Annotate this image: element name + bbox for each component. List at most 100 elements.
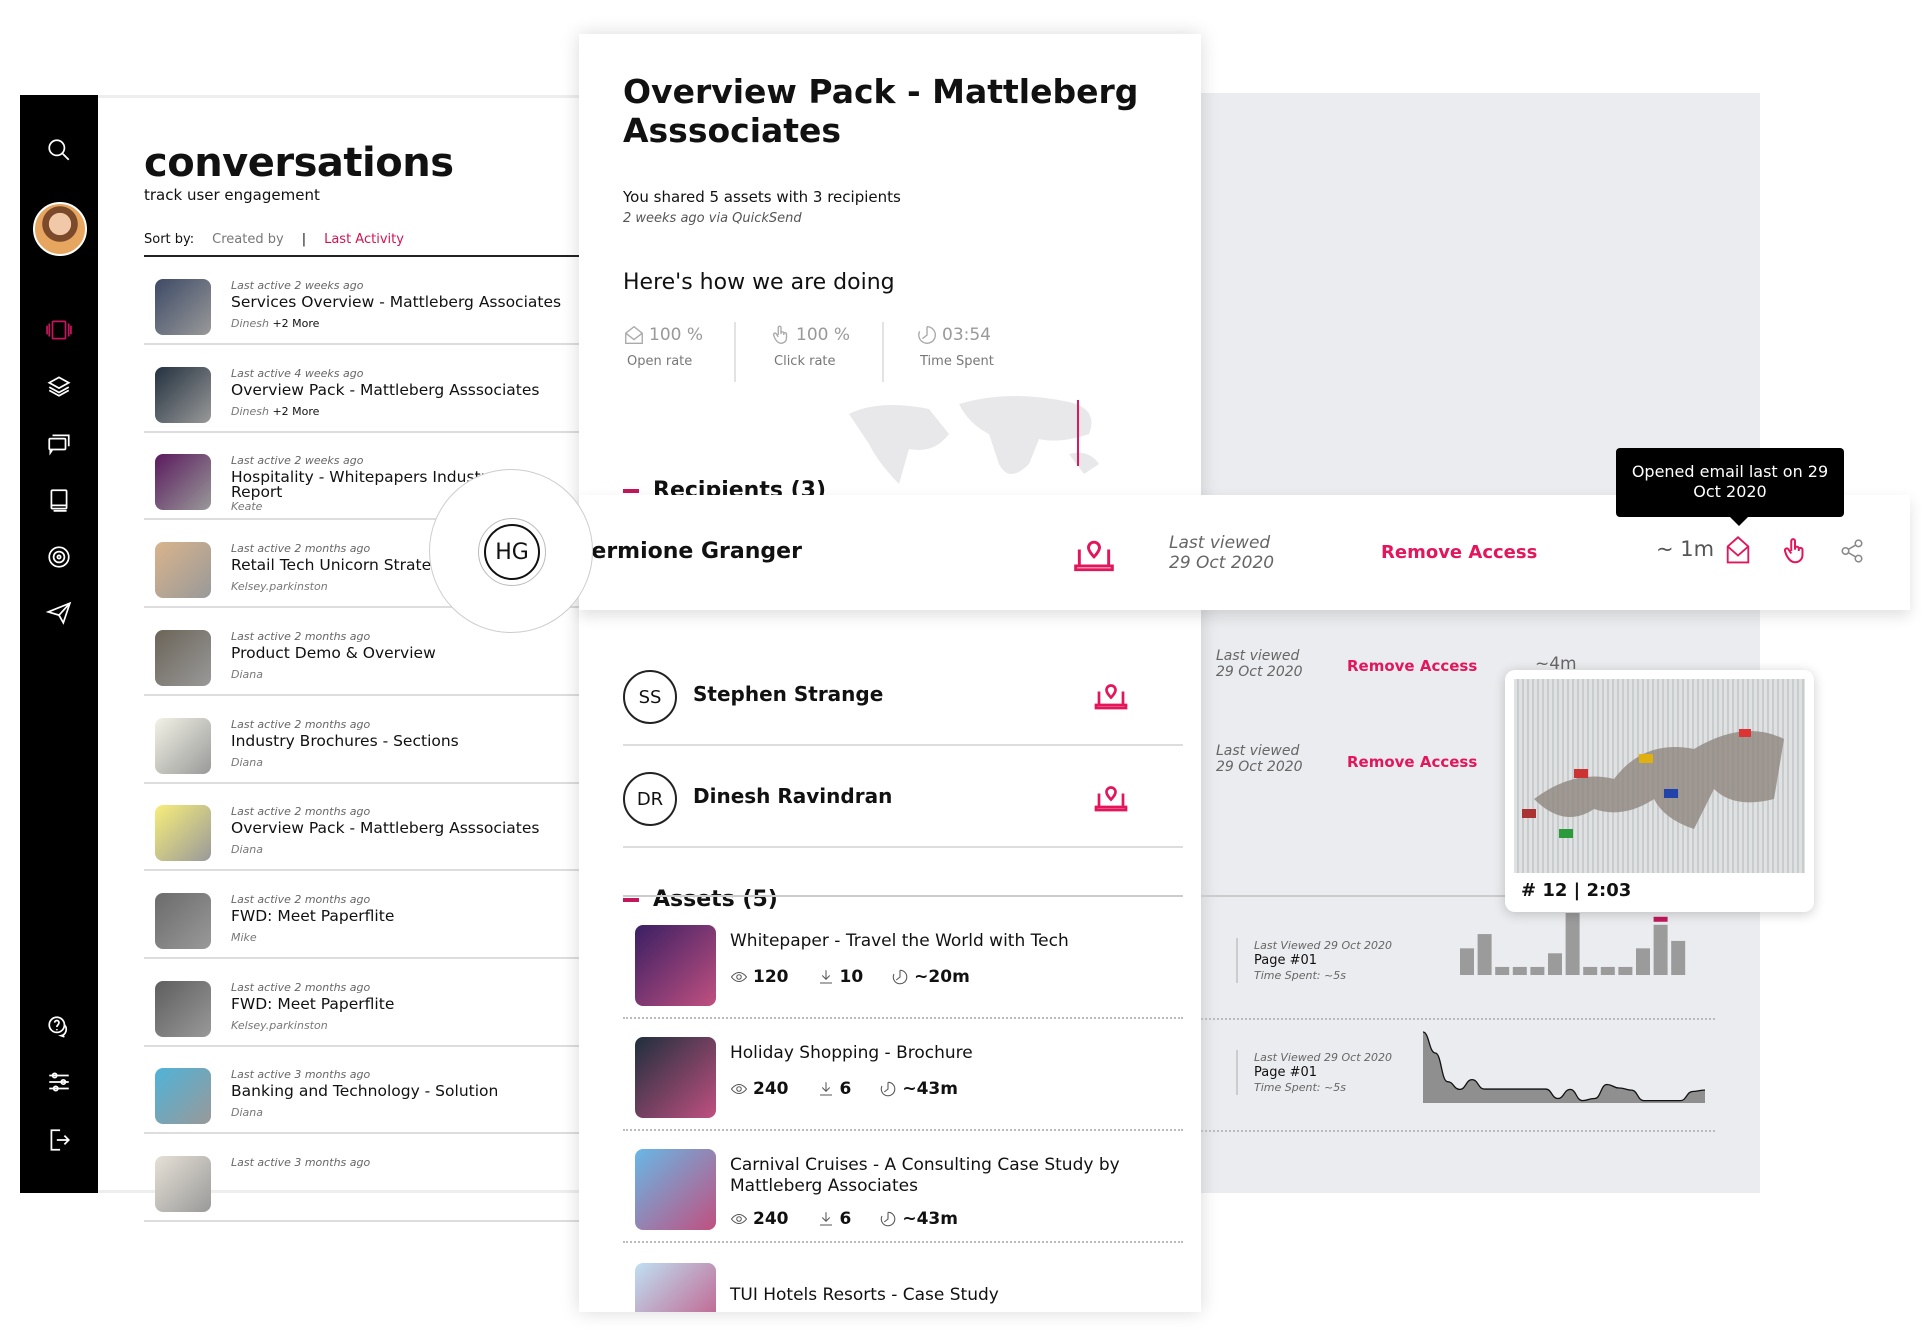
conversation-thumbnail xyxy=(155,980,211,1037)
page-bar[interactable] xyxy=(1653,924,1668,975)
page-preview-popup: # 12 | 2:03 xyxy=(1505,670,1814,912)
envelope-open-icon xyxy=(625,325,643,344)
sort-created-by[interactable]: Created by xyxy=(212,232,284,255)
conversation-detail-card: Overview Pack - Mattleberg Asssociates Y… xyxy=(579,34,1201,1312)
collapse-icon[interactable] xyxy=(623,488,639,493)
conversations-icon[interactable] xyxy=(44,315,74,345)
click-rate-label: Click rate xyxy=(774,354,836,369)
asset-row[interactable]: Holiday Shopping - Brochure 240 6 ~43m xyxy=(623,1019,1183,1131)
conversation-list-item[interactable]: Last active 3 months ago Banking and Tec… xyxy=(144,1046,584,1135)
page-bar[interactable] xyxy=(1600,966,1615,975)
conversation-title: Overview Pack - Mattleberg Asssociates xyxy=(231,819,540,838)
page-bar[interactable] xyxy=(1583,966,1598,975)
time-spent-stat: 03:54 Time Spent xyxy=(916,324,1056,384)
search-icon[interactable] xyxy=(44,135,74,165)
conversation-thumbnail xyxy=(155,717,211,774)
last-active: Last active 2 months ago xyxy=(231,629,371,643)
conversation-title: FWD: Meet Paperflite xyxy=(231,994,395,1013)
recipient-name: Hermione Granger xyxy=(573,539,802,564)
send-icon[interactable] xyxy=(44,598,74,628)
page-bar[interactable] xyxy=(1460,948,1474,975)
page-bar[interactable] xyxy=(1512,966,1527,975)
last-active: Last active 2 weeks ago xyxy=(231,454,364,468)
hand-pointer-icon xyxy=(772,325,788,344)
page-preview-caption: # 12 | 2:03 xyxy=(1521,880,1632,901)
page-bar[interactable] xyxy=(1565,913,1580,975)
clock-icon xyxy=(881,1081,896,1097)
sort-last-activity[interactable]: Last Activity xyxy=(324,232,404,255)
asset-row[interactable]: Whitepaper - Travel the World with Tech … xyxy=(623,907,1183,1019)
page-bar[interactable] xyxy=(1495,966,1510,975)
page-bar[interactable] xyxy=(1477,934,1492,975)
share-icon[interactable] xyxy=(1839,537,1865,569)
location-laptop-icon[interactable] xyxy=(1093,780,1129,816)
recipient-row[interactable]: DR Dinesh Ravindran xyxy=(623,748,1183,848)
collapse-icon[interactable] xyxy=(623,897,639,902)
download-icon xyxy=(819,1212,832,1226)
settings-sliders-icon[interactable] xyxy=(44,1067,74,1097)
click-rate-value: 100 % xyxy=(796,325,851,345)
downloads-stat: 10 xyxy=(817,967,863,987)
conversation-list-item[interactable]: Last active 4 weeks ago Overview Pack - … xyxy=(144,345,584,433)
eye-icon xyxy=(730,1213,748,1225)
conversation-list-item[interactable]: Last active 2 months ago FWD: Meet Paper… xyxy=(144,871,584,959)
open-rate-value: 100 % xyxy=(649,325,704,345)
page-bar[interactable] xyxy=(1636,948,1650,975)
asset-stats: 120 10 ~20m xyxy=(730,967,970,987)
asset-row[interactable]: Carnival Cruises - A Consulting Case Stu… xyxy=(623,1131,1183,1243)
asset-view-info: Last Viewed 29 Oct 2020 Page #01 Time Spen… xyxy=(1236,938,1392,983)
remove-access-button[interactable]: Remove Access xyxy=(1347,657,1477,675)
chat-icon[interactable] xyxy=(44,428,74,458)
remove-access-button[interactable]: Remove Access xyxy=(1347,753,1477,771)
sidebar xyxy=(20,95,98,1193)
page-bar[interactable] xyxy=(1618,966,1633,975)
conversation-thumbnail xyxy=(155,366,211,423)
conversation-owner: Diana xyxy=(231,755,263,769)
asset-title: Carnival Cruises - A Consulting Case Stu… xyxy=(730,1155,1120,1196)
asset-thumbnail xyxy=(635,1149,716,1230)
location-laptop-icon[interactable] xyxy=(1072,533,1116,577)
time-on-asset: ~ 1m xyxy=(1656,537,1715,561)
last-active: Last active 2 months ago xyxy=(231,542,371,556)
time-spent-value: 03:54 xyxy=(942,325,991,345)
tooltip: Opened email last on 29 Oct 2020 xyxy=(1616,448,1844,526)
recipient-row[interactable]: SS Stephen Strange xyxy=(623,646,1183,746)
help-icon[interactable] xyxy=(44,1012,74,1042)
avatar[interactable] xyxy=(33,202,87,256)
layers-icon[interactable] xyxy=(44,371,74,401)
last-viewed: Last viewed 29 Oct 2020 xyxy=(1216,648,1303,680)
divider xyxy=(734,322,736,382)
conversation-owner: Kelsey.parkinston xyxy=(231,1018,328,1032)
conversation-title: Product Demo & Overview xyxy=(231,643,436,662)
conversation-thumbnail xyxy=(155,1156,211,1212)
asset-thumbnail xyxy=(635,1263,716,1312)
time-area xyxy=(1423,1032,1705,1103)
hand-pointer-icon[interactable] xyxy=(1780,535,1810,571)
conversation-owner: Diana xyxy=(231,667,263,681)
last-active: Last active 3 months ago xyxy=(231,1068,371,1082)
conversation-list-item[interactable]: Last active 2 weeks ago Services Overvie… xyxy=(144,257,584,345)
page-bar[interactable] xyxy=(1530,966,1545,975)
book-icon[interactable] xyxy=(44,485,74,515)
conversation-thumbnail xyxy=(155,892,211,949)
conversation-owner: Mike xyxy=(231,930,257,944)
target-icon[interactable] xyxy=(44,542,74,572)
conversation-list-item[interactable]: Last active 2 months ago Overview Pack -… xyxy=(144,783,584,872)
last-active: Last active 2 months ago xyxy=(231,980,371,994)
page-bar[interactable] xyxy=(1671,940,1686,975)
asset-thumbnail xyxy=(635,1037,716,1118)
conversation-list-item[interactable]: Last active 2 months ago FWD: Meet Paper… xyxy=(144,959,584,1047)
remove-access-button[interactable]: Remove Access xyxy=(1381,542,1537,563)
divider xyxy=(623,895,1183,897)
recipient-avatar: DR xyxy=(623,772,677,826)
conversation-list-item[interactable]: Last active 3 months ago xyxy=(144,1134,584,1222)
logout-icon[interactable] xyxy=(44,1125,74,1155)
last-active: Last active 2 months ago xyxy=(231,717,371,731)
location-laptop-icon[interactable] xyxy=(1093,678,1129,714)
asset-row[interactable]: TUI Hotels Resorts - Case Study xyxy=(623,1245,1183,1312)
location-marker-line xyxy=(1077,400,1079,466)
page-bar[interactable] xyxy=(1548,953,1562,975)
current-page-marker xyxy=(1653,916,1668,922)
conversation-list-item[interactable]: Last active 2 months ago Industry Brochu… xyxy=(144,696,584,784)
envelope-open-icon[interactable] xyxy=(1724,535,1752,571)
